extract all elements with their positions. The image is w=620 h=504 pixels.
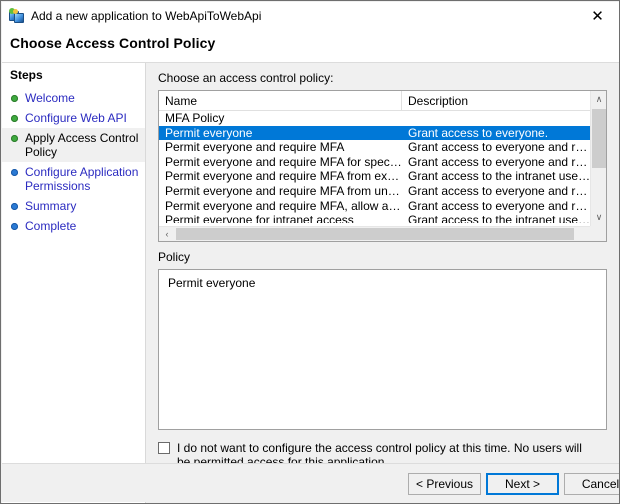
window-title: Add a new application to WebApiToWebApi — [31, 9, 262, 23]
scroll-up-icon[interactable]: ∧ — [591, 91, 606, 108]
horizontal-scroll-thumb[interactable] — [176, 228, 574, 240]
policy-description-cell: Grant access to everyone. — [408, 125, 549, 140]
optout-checkbox[interactable] — [158, 442, 170, 454]
table-row[interactable]: Permit everyone and require MFA from una… — [159, 184, 591, 199]
step-bullet-icon — [11, 223, 18, 230]
list-body: MFA Policy Permit everyone Grant access to… — [159, 111, 591, 223]
previous-button[interactable]: < Previous — [408, 473, 481, 495]
table-row[interactable]: Permit everyone and require MFA, allow a… — [159, 199, 591, 214]
policy-name-cell: Permit everyone for intranet access — [165, 213, 354, 223]
list-label: Choose an access control policy: — [158, 71, 334, 85]
sidebar-step-label: Apply Access Control Policy — [25, 131, 139, 159]
next-button[interactable]: Next > — [486, 473, 559, 495]
main-content: Choose an access control policy: Name De… — [146, 63, 619, 503]
sidebar-step-label: Configure Web API — [25, 111, 127, 125]
table-row[interactable]: Permit everyone and require MFA from ext… — [159, 169, 591, 184]
sidebar-step-label: Summary — [25, 199, 77, 213]
policy-name-cell: Permit everyone and require MFA from una… — [165, 183, 402, 198]
policy-label: Policy — [158, 250, 191, 264]
step-bullet-icon — [11, 169, 18, 176]
column-header-name[interactable]: Name — [159, 91, 402, 111]
sidebar-step-0[interactable]: Welcome — [2, 88, 145, 108]
step-bullet-icon — [11, 203, 18, 210]
policy-description-cell: Grant access to everyone and require MFA… — [408, 183, 591, 198]
cancel-button[interactable]: Cancel — [564, 473, 619, 495]
step-bullet-icon — [11, 115, 18, 122]
policy-name-cell: Permit everyone and require MFA — [165, 140, 345, 155]
policy-description-cell: Grant access to everyone and require MFA… — [408, 140, 591, 155]
steps-heading: Steps — [10, 68, 43, 82]
close-icon[interactable]: ✕ — [575, 2, 619, 30]
scroll-left-icon[interactable]: ‹ — [159, 227, 175, 241]
policy-preview-text: Permit everyone — [168, 276, 256, 290]
scroll-down-icon[interactable]: ∨ — [591, 209, 606, 226]
step-bullet-icon — [11, 135, 18, 142]
policy-description-cell: Grant access to everyone and require MFA… — [408, 198, 591, 213]
policy-name-cell: Permit everyone — [165, 125, 253, 140]
sidebar-step-label: Welcome — [25, 91, 75, 105]
page-title: Choose Access Control Policy — [10, 35, 216, 51]
access-control-policy-list[interactable]: Name Description MFA Policy Permit everyo… — [158, 90, 607, 242]
table-row[interactable]: Permit everyone and require MFA for spec… — [159, 155, 591, 170]
list-header-row: Name Description — [159, 91, 606, 111]
list-horizontal-scrollbar[interactable]: ‹ › — [159, 226, 606, 241]
sidebar-step-2[interactable]: Apply Access Control Policy — [2, 128, 145, 162]
table-row[interactable]: Permit everyone for intranet access Grant… — [159, 213, 591, 223]
sidebar-step-4[interactable]: Summary — [2, 196, 145, 216]
application-icon — [9, 8, 25, 24]
scrollbar-corner — [590, 226, 606, 241]
sidebar-step-5[interactable]: Complete — [2, 216, 145, 236]
policy-description-cell: Grant access to the intranet users and r… — [408, 169, 591, 184]
header-area: Choose Access Control Policy — [2, 30, 619, 62]
policy-description-cell: Grant access to the intranet users. — [408, 213, 591, 223]
policy-name-cell: Permit everyone and require MFA for spec… — [165, 154, 402, 169]
column-header-description[interactable]: Description — [402, 91, 592, 111]
list-vertical-scrollbar[interactable]: ∧ ∨ — [590, 91, 606, 226]
steps-sidebar: Steps Welcome Configure Web API Apply Acce… — [2, 63, 146, 503]
policy-preview-box: Permit everyone — [158, 269, 607, 430]
table-row[interactable]: MFA Policy — [159, 111, 591, 126]
policy-name-cell: Permit everyone and require MFA from ext… — [165, 169, 402, 184]
policy-name-cell: MFA Policy — [165, 111, 225, 125]
dialog-footer: < Previous Next > Cancel — [2, 463, 619, 502]
policy-description-cell: Grant access to everyone and require MFA… — [408, 154, 591, 169]
table-row[interactable]: Permit everyone and require MFA Grant acc… — [159, 140, 591, 155]
title-bar: Add a new application to WebApiToWebApi … — [2, 2, 619, 30]
sidebar-step-1[interactable]: Configure Web API — [2, 108, 145, 128]
sidebar-step-label: Configure Application Permissions — [25, 165, 139, 193]
sidebar-step-3[interactable]: Configure Application Permissions — [2, 162, 145, 196]
step-bullet-icon — [11, 95, 18, 102]
table-row[interactable]: Permit everyone Grant access to everyone. — [159, 125, 591, 141]
wizard-dialog: Add a new application to WebApiToWebApi … — [0, 0, 620, 504]
vertical-scroll-thumb[interactable] — [592, 109, 606, 168]
steps-list: Welcome Configure Web API Apply Access Con… — [2, 88, 145, 236]
sidebar-step-label: Complete — [25, 219, 77, 233]
policy-name-cell: Permit everyone and require MFA, allow a… — [165, 198, 402, 213]
